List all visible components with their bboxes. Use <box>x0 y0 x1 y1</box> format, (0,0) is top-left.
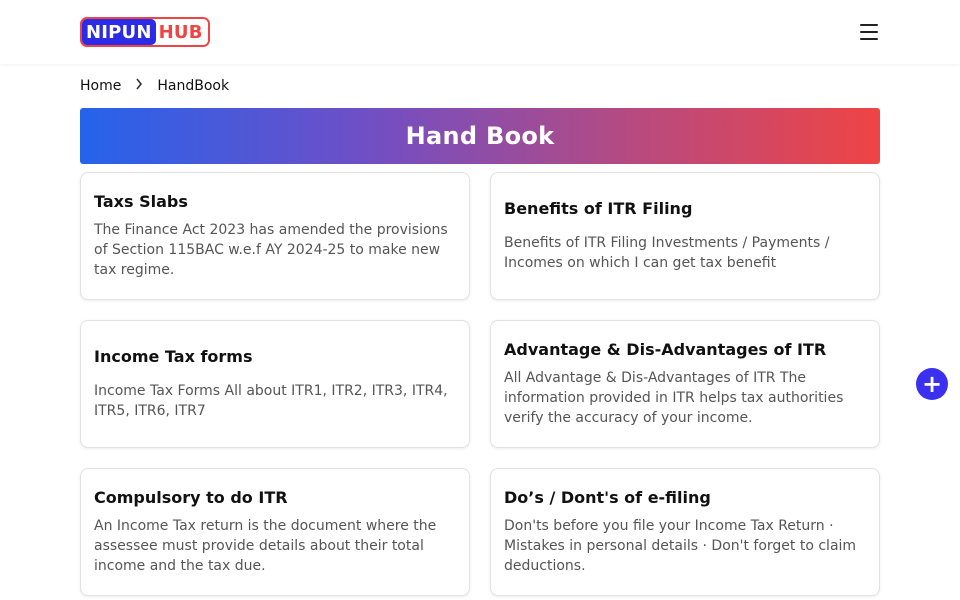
logo-text-hub: HUB <box>155 19 208 45</box>
breadcrumb-home-link[interactable]: Home <box>80 78 121 94</box>
card-description: The Finance Act 2023 has amended the pro… <box>94 222 448 278</box>
hamburger-menu-icon[interactable] <box>860 24 880 40</box>
breadcrumb-current: HandBook <box>157 78 230 94</box>
card-title: Compulsory to do ITR <box>94 488 288 507</box>
chevron-right-icon <box>135 78 143 94</box>
floating-add-button[interactable]: + <box>916 368 948 400</box>
top-navbar: NIPUN HUB <box>0 0 960 64</box>
card-description: All Advantage & Dis-Advantages of ITR Th… <box>504 370 844 426</box>
card-tax-slabs[interactable]: Taxs Slabs The Finance Act 2023 has amen… <box>80 172 470 300</box>
card-title: Advantage & Dis-Advantages of ITR <box>504 340 827 359</box>
plus-icon: + <box>921 370 943 398</box>
card-description: An Income Tax return is the document whe… <box>94 518 437 574</box>
card-title: Taxs Slabs <box>94 192 188 211</box>
card-benefits-itr-filing[interactable]: Benefits of ITR Filing Benefits of ITR F… <box>490 172 880 300</box>
card-description: Benefits of ITR Filing Investments / Pay… <box>504 235 830 271</box>
page-title: Hand Book <box>405 122 555 150</box>
breadcrumb: Home HandBook <box>80 76 229 96</box>
logo-text-nipun: NIPUN <box>82 19 156 45</box>
card-income-tax-forms[interactable]: Income Tax forms Income Tax Forms All ab… <box>80 320 470 448</box>
card-title: Income Tax forms <box>94 347 253 366</box>
card-advantages-itr[interactable]: Advantage & Dis-Advantages of ITR All Ad… <box>490 320 880 448</box>
card-description: Income Tax Forms All about ITR1, ITR2, I… <box>94 383 448 419</box>
card-dos-donts-efiling[interactable]: Do’s / Dont's of e-filing Don'ts before … <box>490 468 880 596</box>
card-title: Do’s / Dont's of e-filing <box>504 488 711 507</box>
card-description: Don'ts before you file your Income Tax R… <box>504 518 857 574</box>
page-title-banner: Hand Book <box>80 108 880 164</box>
card-compulsory-itr[interactable]: Compulsory to do ITR An Income Tax retur… <box>80 468 470 596</box>
card-title: Benefits of ITR Filing <box>504 199 693 218</box>
nipunhub-logo[interactable]: NIPUN HUB <box>80 17 210 47</box>
